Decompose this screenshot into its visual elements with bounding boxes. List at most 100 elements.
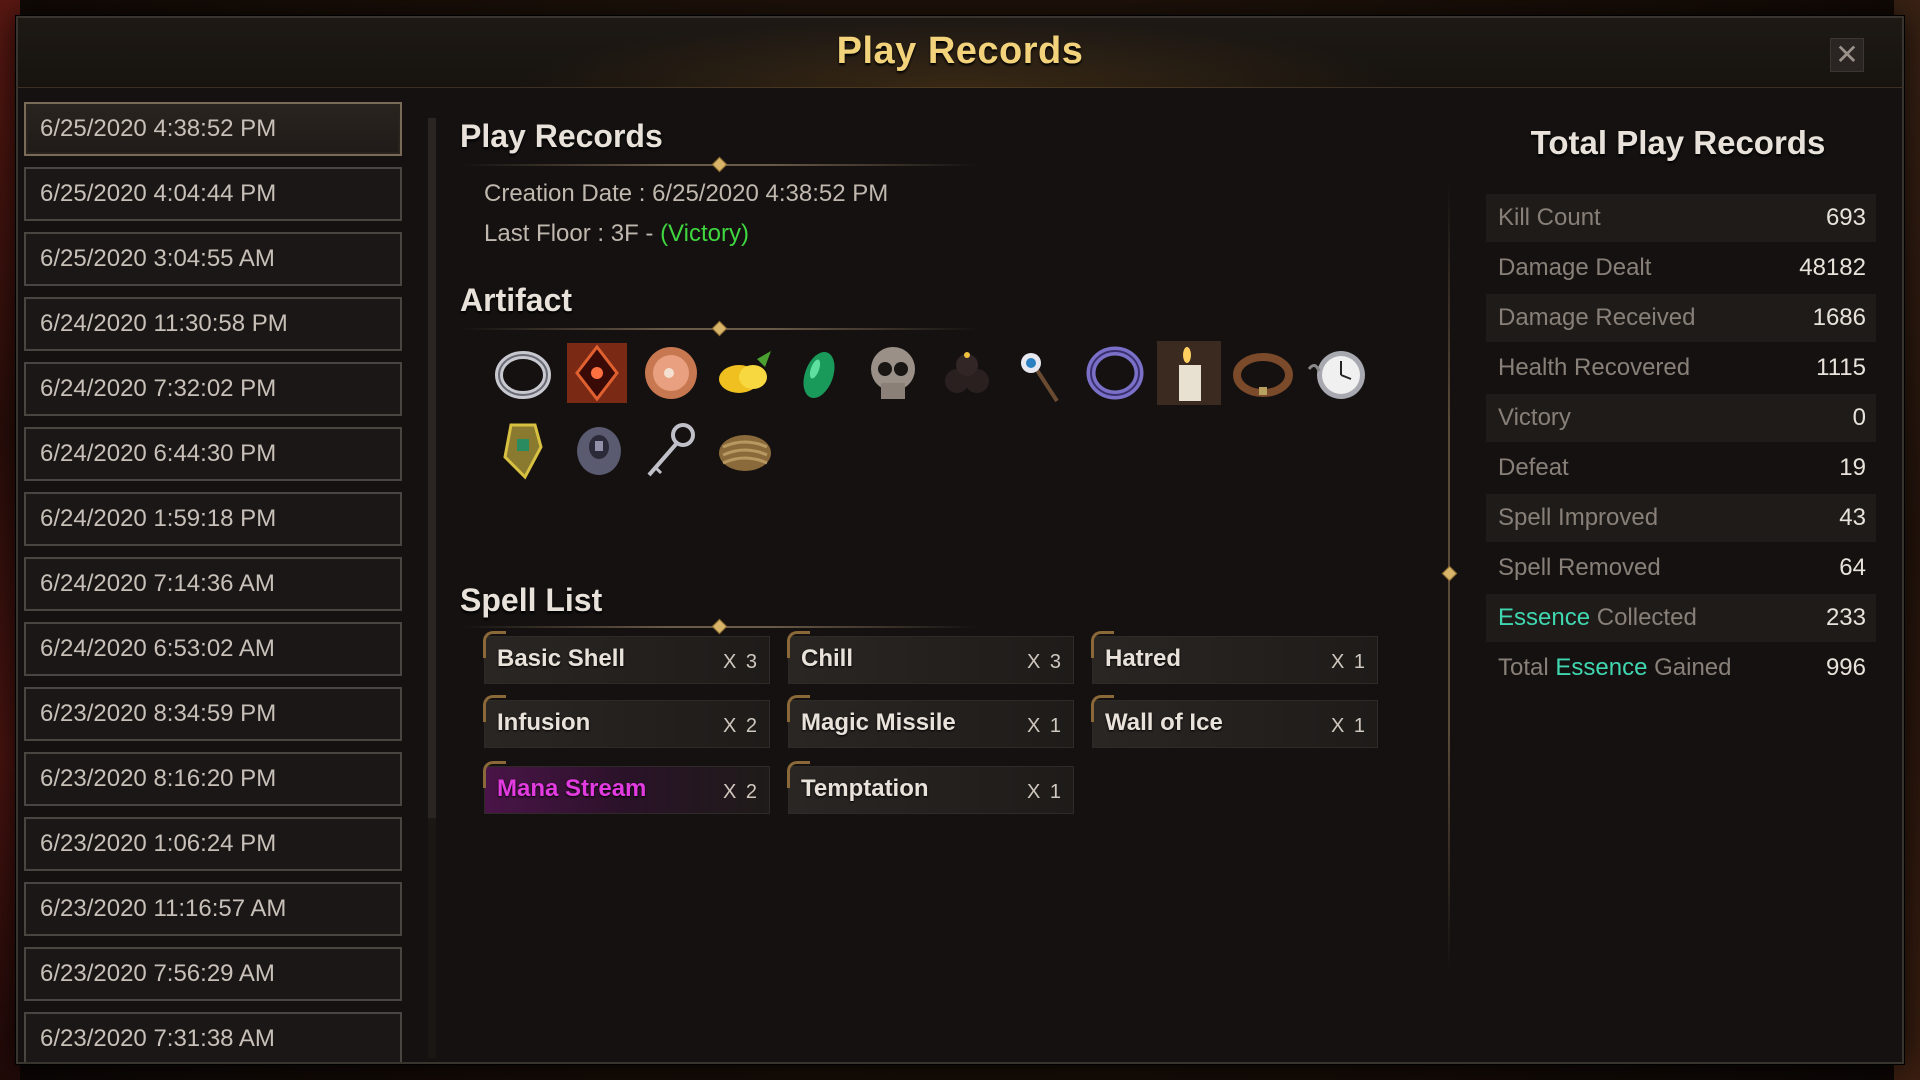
spell-count: X 1 [1026,781,1063,803]
last-floor: Last Floor : 3F - (Victory) [484,220,749,248]
last-floor-result: (Victory) [660,220,749,247]
stats-title: Total Play Records [1530,124,1826,161]
skull-icon[interactable] [858,338,928,408]
lemon-icon[interactable] [710,338,780,408]
stat-value: 1115 [1816,354,1866,381]
stats-divider-diamond [1441,565,1458,582]
gold-amulet-icon[interactable] [488,414,558,484]
stat-value: 233 [1825,604,1866,631]
stat-row: Defeat 19 [1486,444,1876,492]
window-title: Play Records [836,30,1084,72]
spell-name: Wall of Ice [1105,709,1223,736]
red-emblem-icon[interactable] [562,338,632,408]
stat-row: Damage Dealt 48182 [1486,244,1876,292]
artifact-section-title: Artifact [460,282,573,318]
stat-label-rest: Collected [1590,604,1697,631]
stat-row: Essence Collected 233 [1486,594,1876,642]
spell-name: Mana Stream [497,775,647,802]
divider-diamond [711,320,728,337]
record-item[interactable]: 6/24/2020 1:59:18 PM [24,492,402,546]
play-records-window: Play Records ✕ 6/25/2020 4:38:52 PM 6/25/… [16,16,1904,1064]
record-item[interactable]: 6/25/2020 4:04:44 PM [24,167,402,221]
record-item[interactable]: 6/24/2020 7:14:36 AM [24,557,402,611]
stat-row: Kill Count 693 [1486,194,1876,242]
spell-item[interactable]: Basic Shell X 3 [483,631,770,684]
spell-name: Basic Shell [497,645,626,672]
spell-count: X 3 [1026,651,1063,673]
spell-item[interactable]: Chill X 3 [787,631,1074,684]
stat-row: Spell Improved 43 [1486,494,1876,542]
spell-item[interactable]: Wall of Ice X 1 [1091,695,1378,748]
eye-staff-icon[interactable] [1006,338,1076,408]
silver-key-icon[interactable] [636,414,706,484]
stat-value: 996 [1825,654,1866,681]
stat-label: Kill Count [1498,204,1601,231]
record-item[interactable]: 6/25/2020 3:04:55 AM [24,232,402,286]
stat-value: 19 [1839,454,1866,481]
spell-name: Chill [801,645,853,672]
stat-label-essence: Essence [1498,604,1591,631]
stat-label-essence: Essence [1555,654,1648,681]
record-item[interactable]: 6/24/2020 6:53:02 AM [24,622,402,676]
record-item[interactable]: 6/23/2020 7:56:29 AM [24,947,402,1001]
stat-row: Victory 0 [1486,394,1876,442]
spell-item[interactable]: Hatred X 1 [1091,631,1378,684]
detail-section-title: Play Records [460,118,663,154]
record-item[interactable]: 6/25/2020 4:38:52 PM [24,102,402,156]
divider-diamond [711,618,728,635]
stat-label: Spell Removed [1498,554,1661,581]
purple-ring-icon[interactable] [1080,338,1150,408]
record-item[interactable]: 6/24/2020 11:30:58 PM [24,297,402,351]
stat-label: Victory [1498,404,1571,431]
spell-item[interactable]: Magic Missile X 1 [787,695,1074,748]
last-floor-label: Last Floor : 3F - [484,220,661,247]
stat-value: 48182 [1799,254,1866,281]
ham-icon[interactable] [636,338,706,408]
record-item[interactable]: 6/23/2020 11:16:57 AM [24,882,402,936]
spell-count: X 3 [722,651,759,673]
stat-label: Spell Improved [1498,504,1659,531]
record-item[interactable]: 6/24/2020 7:32:02 PM [24,362,402,416]
spell-count: X 2 [722,715,759,737]
record-list-scrollbar[interactable] [428,118,436,818]
record-item[interactable]: 6/23/2020 8:16:20 PM [24,752,402,806]
spell-name: Hatred [1105,645,1182,672]
spell-name: Infusion [497,709,591,736]
candle-icon[interactable] [1154,338,1224,408]
bombs-icon[interactable] [932,338,1002,408]
divider-diamond [711,156,728,173]
spell-item[interactable]: Mana Stream X 2 [483,761,770,814]
rope-icon[interactable] [710,414,780,484]
pocket-watch-icon[interactable] [1302,338,1372,408]
spell-section-title: Spell List [460,582,603,618]
spell-item[interactable]: Temptation X 1 [787,761,1074,814]
record-item[interactable]: 6/23/2020 1:06:24 PM [24,817,402,871]
record-item[interactable]: 6/23/2020 7:31:38 AM [24,1012,402,1062]
green-gem-icon[interactable] [784,338,854,408]
stat-label: Damage Received [1498,304,1696,331]
stat-row: Health Recovered 1115 [1486,344,1876,392]
stat-row: Damage Received 1686 [1486,294,1876,342]
stat-label: Defeat [1498,454,1569,481]
stat-label: Health Recovered [1498,354,1691,381]
record-list: 6/25/2020 4:38:52 PM 6/25/2020 4:04:44 PM… [24,102,420,1062]
spell-item[interactable]: Infusion X 2 [483,695,770,748]
scrollbar-track [428,818,436,1058]
record-item[interactable]: 6/23/2020 8:34:59 PM [24,687,402,741]
record-item[interactable]: 6/24/2020 6:44:30 PM [24,427,402,481]
silver-ring-icon[interactable] [488,338,558,408]
spell-name: Magic Missile [801,709,956,736]
leather-collar-icon[interactable] [1228,338,1298,408]
stat-value: 64 [1839,554,1866,581]
stat-value: 43 [1839,504,1866,531]
spell-count: X 2 [722,781,759,803]
spell-count: X 1 [1026,715,1063,737]
iron-gauntlet-icon[interactable] [562,414,632,484]
stat-value: 1686 [1812,304,1866,331]
stat-label-rest: Gained [1647,654,1732,681]
spell-name: Temptation [801,775,929,802]
stat-label: Damage Dealt [1498,254,1652,281]
close-button[interactable]: ✕ [1830,38,1864,72]
stat-row: Spell Removed 64 [1486,544,1876,592]
stat-value: 0 [1852,404,1866,431]
